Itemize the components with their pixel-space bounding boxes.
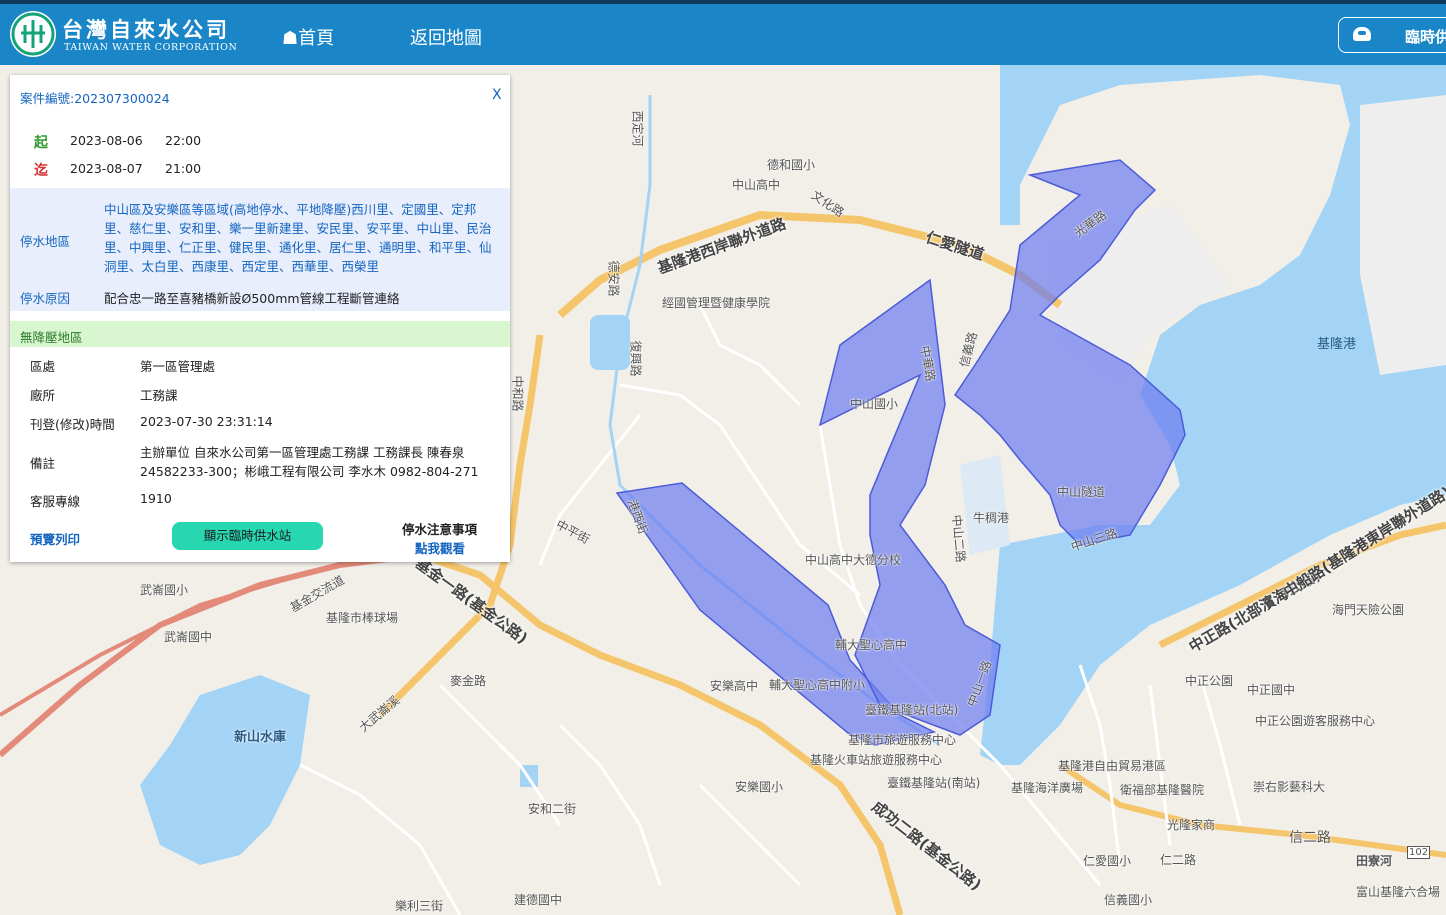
map-label[interactable]: 光隆家商 bbox=[1167, 816, 1215, 833]
map-label[interactable]: 基隆海洋廣場 bbox=[1011, 779, 1083, 796]
no-pressure-area-label: 無降壓地區 bbox=[20, 330, 83, 345]
map-label[interactable]: 基隆市棒球場 bbox=[326, 609, 398, 626]
map-label[interactable]: 安和二街 bbox=[528, 800, 576, 817]
map-label[interactable]: 信義國小 bbox=[1104, 891, 1152, 908]
map-label[interactable]: 德和國小 bbox=[767, 156, 815, 173]
detail-key: 刊登(修改)時間 bbox=[30, 417, 115, 432]
road-label: 德安路 bbox=[606, 260, 621, 297]
start-time: 22:00 bbox=[165, 133, 202, 148]
map-label[interactable]: 中正國中 bbox=[1247, 681, 1295, 698]
map-label[interactable]: 安樂國小 bbox=[735, 778, 783, 795]
detail-value: 主辦單位 自來水公司第一區管理處工務課 工務課長 陳春泉 24582233-30… bbox=[140, 445, 479, 479]
outage-area-value: 中山區及安樂區等區域(高地停水、平地降壓)西川里、定國里、定邦里、慈仁里、安和里… bbox=[104, 202, 492, 274]
case-number: 案件編號:202307300024 bbox=[20, 91, 170, 106]
detail-key: 客服專線 bbox=[30, 494, 81, 509]
show-temp-stations-button[interactable]: 顯示臨時供水站 bbox=[172, 522, 323, 550]
company-name[interactable]: 台灣自來水公司 bbox=[62, 14, 230, 44]
view-notice-link[interactable]: 點我觀看 bbox=[415, 538, 465, 557]
map-label[interactable]: 麥金路 bbox=[450, 672, 486, 689]
map-label[interactable]: 仁愛國小 bbox=[1083, 852, 1131, 869]
detail-value: 1910 bbox=[140, 491, 172, 506]
outage-area-label: 停水地區 bbox=[20, 234, 71, 249]
outage-reason-value: 配合忠一路至喜豬橋新設Ø500mm管線工程斷管連絡 bbox=[104, 291, 400, 306]
nav-home-link[interactable]: ☗首頁 bbox=[282, 24, 334, 50]
water-truck-icon bbox=[1353, 27, 1371, 41]
port-label[interactable]: 基隆港 bbox=[1317, 333, 1356, 352]
map-label[interactable]: 安樂高中 bbox=[710, 677, 758, 694]
nav-back-to-map-link[interactable]: 返回地圖 bbox=[410, 24, 482, 50]
end-label: 迄 bbox=[34, 163, 48, 179]
detail-key: 備註 bbox=[30, 456, 56, 471]
road-label: 復興路 bbox=[628, 340, 643, 377]
start-date: 2023-08-06 bbox=[70, 133, 143, 148]
detail-value: 2023-07-30 23:31:14 bbox=[140, 414, 273, 429]
map-label[interactable]: 建德國中 bbox=[514, 891, 562, 908]
map-label[interactable]: 中正公園 bbox=[1185, 672, 1233, 689]
top-header: 台灣自來水公司 TAIWAN WATER CORPORATION ☗首頁 返回地… bbox=[0, 0, 1446, 65]
route-shield: 102 bbox=[1407, 846, 1431, 859]
map-label[interactable]: 崇右影藝科大 bbox=[1253, 778, 1325, 795]
detail-value: 工務課 bbox=[140, 388, 178, 403]
map-label[interactable]: 經國管理暨健康學院 bbox=[662, 294, 770, 311]
map-label[interactable]: 樂利三街 bbox=[395, 897, 443, 914]
map-label[interactable]: 西定河 bbox=[630, 110, 647, 146]
map-label[interactable]: 仁二路 bbox=[1160, 851, 1196, 868]
map-label[interactable]: 中山高中 bbox=[732, 176, 780, 193]
map-label[interactable]: 衛福部基隆醫院 bbox=[1120, 781, 1204, 798]
map-label[interactable]: 基隆市旅遊服務中心 bbox=[848, 731, 956, 748]
temp-water-supply-button[interactable]: 臨時供 bbox=[1338, 17, 1446, 53]
company-logo-icon[interactable] bbox=[10, 11, 56, 57]
map-label[interactable]: 武崙國小 bbox=[140, 581, 188, 598]
close-button[interactable]: X bbox=[492, 87, 502, 103]
map-label[interactable]: 武崙國中 bbox=[164, 628, 212, 645]
map-label[interactable]: 牛稠港 bbox=[973, 509, 1009, 526]
detail-key: 區處 bbox=[30, 359, 56, 374]
road-label: 中和路 bbox=[510, 375, 525, 412]
map-label[interactable]: 富山基隆六合場 bbox=[1356, 883, 1440, 900]
map-label[interactable]: 中山高中大德分校 bbox=[805, 551, 901, 568]
map-label[interactable]: 輔大聖心高中附小 bbox=[769, 676, 865, 693]
temp-water-supply-label: 臨時供 bbox=[1405, 28, 1446, 46]
header-stripe bbox=[0, 0, 1446, 4]
end-time: 21:00 bbox=[165, 161, 202, 176]
map-label[interactable]: 輔大聖心高中 bbox=[835, 636, 907, 653]
detail-value: 第一區管理處 bbox=[140, 359, 216, 374]
start-label: 起 bbox=[34, 135, 48, 151]
outage-reason-label: 停水原因 bbox=[20, 291, 71, 306]
reservoir-label[interactable]: 新山水庫 bbox=[234, 726, 286, 745]
road-label: 中山隧道 bbox=[1057, 485, 1106, 499]
map-label[interactable]: 臺鐵基隆站(北站) bbox=[865, 701, 958, 718]
print-preview-link[interactable]: 預覽列印 bbox=[30, 529, 80, 548]
end-date: 2023-08-07 bbox=[70, 161, 143, 176]
map-label[interactable]: 中正公園遊客服務中心 bbox=[1255, 712, 1375, 729]
map-label[interactable]: 田寮河 bbox=[1356, 852, 1392, 869]
outage-info-panel: 案件編號:202307300024 X 起 2023-08-06 22:00 迄… bbox=[10, 75, 510, 562]
outage-details-section: 停水地區 中山區及安樂區等區域(高地停水、平地降壓)西川里、定國里、定邦里、慈仁… bbox=[10, 188, 510, 311]
no-pressure-area-bar: 無降壓地區 bbox=[10, 321, 510, 347]
map-label[interactable]: 海門天險公園 bbox=[1332, 601, 1404, 618]
company-name-en[interactable]: TAIWAN WATER CORPORATION bbox=[64, 42, 237, 53]
map-label[interactable]: 信二路 bbox=[1289, 827, 1331, 847]
outage-notice-title: 停水注意事項 bbox=[402, 522, 478, 537]
pier-east bbox=[1360, 95, 1446, 375]
map-label[interactable]: 基隆火車站旅遊服務中心 bbox=[810, 751, 942, 768]
map-label[interactable]: 中山國小 bbox=[850, 395, 898, 412]
detail-key: 廠所 bbox=[30, 388, 56, 403]
map-label[interactable]: 臺鐵基隆站(南站) bbox=[887, 774, 980, 791]
map-label[interactable]: 基隆港自由貿易港區 bbox=[1058, 757, 1166, 774]
